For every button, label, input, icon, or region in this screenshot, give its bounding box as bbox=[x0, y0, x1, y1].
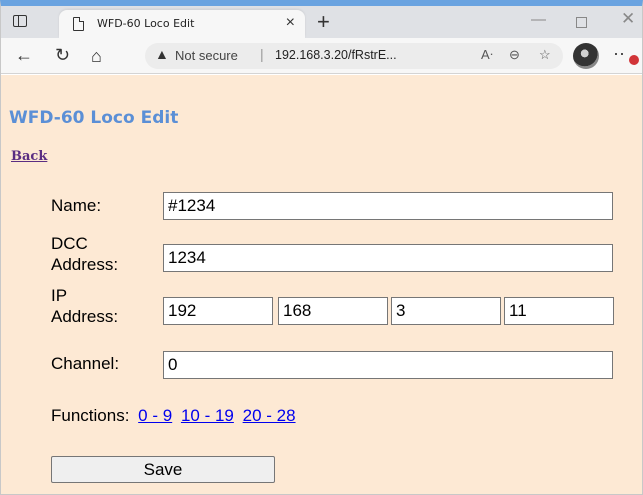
dcc-label-line2: Address: bbox=[51, 255, 119, 274]
tab-title: WFD-60 Loco Edit bbox=[97, 17, 195, 30]
new-tab-button[interactable]: + bbox=[317, 9, 330, 35]
divider: | bbox=[260, 46, 264, 62]
save-button[interactable]: Save bbox=[51, 456, 275, 483]
back-link[interactable]: Back bbox=[11, 149, 47, 164]
url-text[interactable]: 192.168.3.20/fRstrE... bbox=[275, 48, 397, 62]
name-input[interactable] bbox=[163, 192, 613, 220]
tab-actions-icon[interactable] bbox=[13, 15, 27, 27]
page-icon bbox=[73, 17, 84, 31]
security-status[interactable]: Not secure bbox=[175, 48, 238, 63]
dcc-address-label: DCC Address: bbox=[51, 233, 118, 275]
browser-tab[interactable]: WFD-60 Loco Edit × bbox=[59, 10, 305, 38]
more-menu-icon[interactable]: ·· bbox=[613, 43, 625, 64]
functions-link-0-9[interactable]: 0 - 9 bbox=[138, 406, 172, 425]
channel-label: Channel: bbox=[51, 354, 120, 373]
channel-input[interactable] bbox=[163, 351, 613, 379]
home-icon[interactable]: ⌂ bbox=[91, 46, 102, 67]
read-aloud-icon[interactable]: Aᐧ bbox=[481, 47, 493, 63]
ip-octet-2-input[interactable] bbox=[278, 297, 388, 325]
tab-strip: WFD-60 Loco Edit × + — ✕ bbox=[1, 6, 642, 38]
favorite-star-icon[interactable]: ☆ bbox=[539, 47, 551, 63]
name-label: Name: bbox=[51, 196, 102, 215]
page-title: WFD-60 Loco Edit bbox=[9, 108, 179, 128]
back-arrow-icon[interactable]: ← bbox=[15, 45, 33, 66]
ip-label-line2: Address: bbox=[51, 307, 119, 326]
dcc-address-input[interactable] bbox=[163, 244, 613, 272]
ip-octet-4-input[interactable] bbox=[504, 297, 614, 325]
window-close-icon[interactable]: ✕ bbox=[621, 9, 635, 29]
dcc-label-line1: DCC bbox=[51, 234, 88, 253]
functions-link-20-28[interactable]: 20 - 28 bbox=[243, 406, 296, 425]
ip-address-label: IP Address: bbox=[51, 285, 118, 327]
browser-window: WFD-60 Loco Edit × + — ✕ ← ↻ ⌂ ▲ Not sec… bbox=[0, 0, 643, 495]
address-bar[interactable]: ▲ Not secure | 192.168.3.20/fRstrE... Aᐧ… bbox=[145, 43, 563, 69]
notification-badge bbox=[629, 55, 639, 65]
zoom-out-icon[interactable]: ⊖ bbox=[509, 47, 520, 63]
functions-label: Functions: bbox=[51, 406, 130, 425]
address-toolbar: ← ↻ ⌂ ▲ Not secure | 192.168.3.20/fRstrE… bbox=[1, 38, 642, 74]
refresh-icon[interactable]: ↻ bbox=[55, 45, 70, 66]
close-tab-icon[interactable]: × bbox=[286, 14, 295, 32]
functions-row: Functions: 0 - 9 10 - 19 20 - 28 bbox=[51, 406, 296, 426]
ip-octet-1-input[interactable] bbox=[163, 297, 273, 325]
minimize-icon[interactable]: — bbox=[531, 11, 546, 28]
ip-octet-3-input[interactable] bbox=[391, 297, 501, 325]
profile-avatar[interactable] bbox=[573, 43, 599, 69]
page-content: WFD-60 Loco Edit Back Name: DCC Address:… bbox=[1, 75, 642, 494]
ip-label-line1: IP bbox=[51, 286, 68, 305]
warning-icon[interactable]: ▲ bbox=[155, 46, 169, 62]
functions-link-10-19[interactable]: 10 - 19 bbox=[181, 406, 234, 425]
maximize-icon[interactable] bbox=[576, 17, 587, 28]
